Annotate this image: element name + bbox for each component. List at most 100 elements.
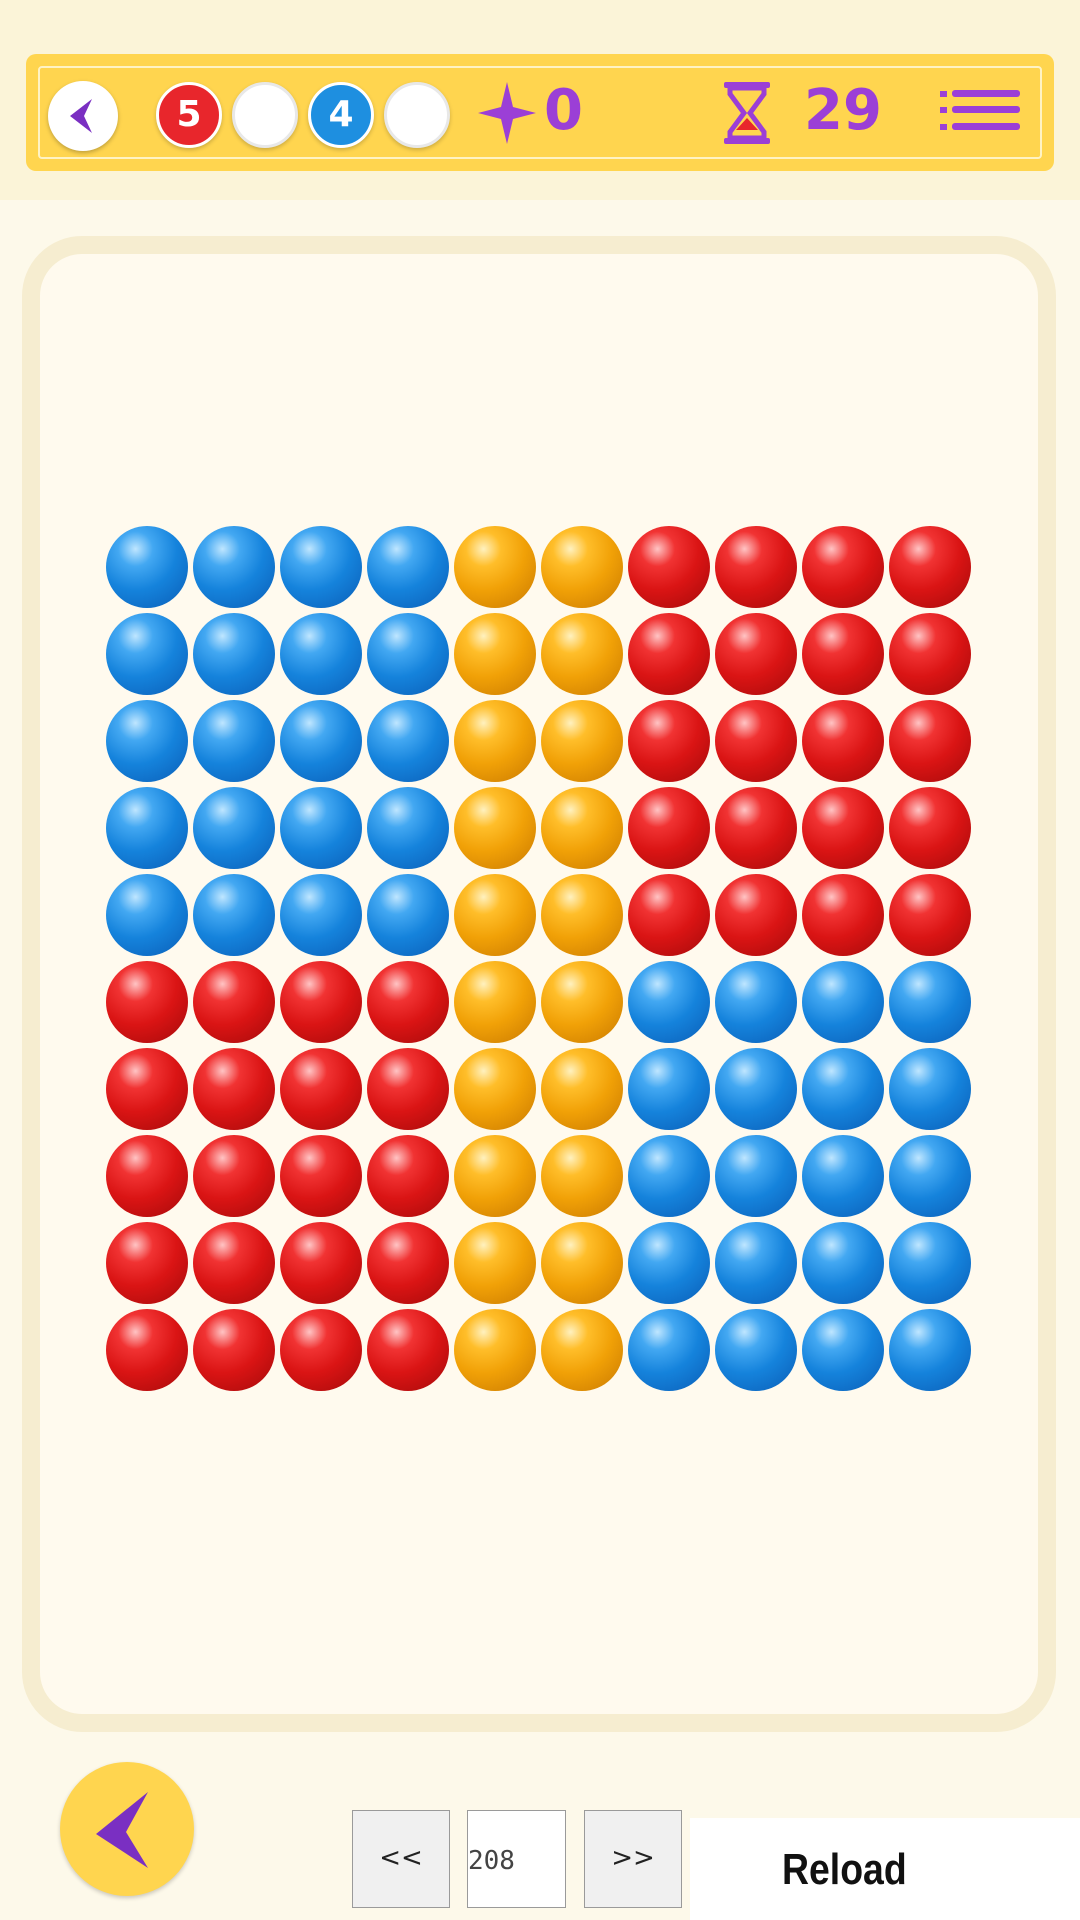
ball-red[interactable] [802,787,884,869]
ball-blue[interactable] [802,961,884,1043]
ball-orange[interactable] [454,700,536,782]
ball-blue[interactable] [889,1048,971,1130]
ball-orange[interactable] [541,787,623,869]
ball-red[interactable] [628,874,710,956]
ball-blue[interactable] [628,1309,710,1391]
ball-red[interactable] [106,1048,188,1130]
ball-blue[interactable] [628,1135,710,1217]
ball-blue[interactable] [367,613,449,695]
ball-red[interactable] [193,961,275,1043]
ball-red[interactable] [280,1048,362,1130]
ball-blue[interactable] [106,613,188,695]
ball-orange[interactable] [454,1309,536,1391]
reload-button[interactable]: Reload [782,1842,907,1898]
previous-level-button[interactable]: << [352,1810,450,1908]
ball-orange[interactable] [454,1135,536,1217]
ball-blue[interactable] [367,874,449,956]
ball-orange[interactable] [541,526,623,608]
ball-blue[interactable] [106,526,188,608]
ball-blue[interactable] [628,1222,710,1304]
ball-blue[interactable] [715,1309,797,1391]
ball-blue[interactable] [889,961,971,1043]
level-number-input[interactable] [467,1810,566,1908]
ball-blue[interactable] [889,1222,971,1304]
ball-red[interactable] [280,961,362,1043]
ball-red[interactable] [367,1135,449,1217]
ball-red[interactable] [367,1309,449,1391]
ball-red[interactable] [715,787,797,869]
ball-blue[interactable] [367,787,449,869]
ball-red[interactable] [106,1309,188,1391]
ball-blue[interactable] [193,787,275,869]
ball-red[interactable] [193,1048,275,1130]
ball-blue[interactable] [280,787,362,869]
ball-orange[interactable] [541,613,623,695]
ball-red[interactable] [802,613,884,695]
ball-red[interactable] [106,1222,188,1304]
ball-blue[interactable] [628,961,710,1043]
ball-blue[interactable] [715,1222,797,1304]
ball-red[interactable] [628,700,710,782]
ball-blue[interactable] [802,1309,884,1391]
ball-orange[interactable] [541,1048,623,1130]
ball-blue[interactable] [715,1048,797,1130]
ball-red[interactable] [715,700,797,782]
ball-red[interactable] [889,874,971,956]
ball-red[interactable] [280,1309,362,1391]
ball-red[interactable] [367,1048,449,1130]
ball-orange[interactable] [454,961,536,1043]
back-button[interactable] [48,81,118,151]
ball-red[interactable] [889,613,971,695]
ball-blue[interactable] [280,700,362,782]
ball-red[interactable] [193,1135,275,1217]
ball-red[interactable] [280,1222,362,1304]
ball-blue[interactable] [106,700,188,782]
ball-red[interactable] [106,961,188,1043]
ball-red[interactable] [802,874,884,956]
ball-blue[interactable] [802,1222,884,1304]
menu-list-icon[interactable] [940,88,1022,136]
ball-red[interactable] [106,1135,188,1217]
ball-red[interactable] [628,613,710,695]
ball-blue[interactable] [106,787,188,869]
ball-orange[interactable] [541,961,623,1043]
ball-blue[interactable] [106,874,188,956]
ball-orange[interactable] [454,787,536,869]
ball-orange[interactable] [541,1309,623,1391]
ball-blue[interactable] [193,526,275,608]
ball-orange[interactable] [541,1222,623,1304]
ball-blue[interactable] [193,874,275,956]
ball-blue[interactable] [889,1309,971,1391]
ball-blue[interactable] [715,1135,797,1217]
ball-red[interactable] [628,526,710,608]
ball-blue[interactable] [889,1135,971,1217]
ball-orange[interactable] [541,700,623,782]
ball-red[interactable] [367,1222,449,1304]
ball-red[interactable] [889,700,971,782]
next-level-button[interactable]: >> [584,1810,682,1908]
ball-blue[interactable] [280,613,362,695]
ball-red[interactable] [715,526,797,608]
ball-red[interactable] [367,961,449,1043]
ball-blue[interactable] [367,526,449,608]
ball-blue[interactable] [802,1048,884,1130]
bottom-back-button[interactable] [60,1762,194,1896]
ball-blue[interactable] [280,874,362,956]
ball-blue[interactable] [193,700,275,782]
ball-orange[interactable] [454,1048,536,1130]
ball-red[interactable] [193,1222,275,1304]
ball-orange[interactable] [454,1222,536,1304]
ball-orange[interactable] [454,613,536,695]
ball-red[interactable] [802,526,884,608]
ball-blue[interactable] [628,1048,710,1130]
ball-blue[interactable] [280,526,362,608]
ball-orange[interactable] [541,1135,623,1217]
ball-red[interactable] [889,787,971,869]
ball-red[interactable] [715,874,797,956]
ball-red[interactable] [193,1309,275,1391]
ball-orange[interactable] [454,874,536,956]
ball-red[interactable] [715,613,797,695]
ball-blue[interactable] [367,700,449,782]
ball-orange[interactable] [541,874,623,956]
ball-red[interactable] [889,526,971,608]
